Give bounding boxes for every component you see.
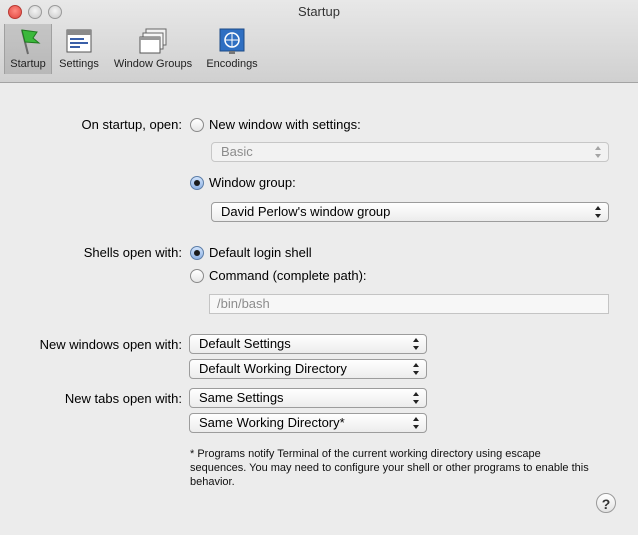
default-login-shell-label: Default login shell bbox=[209, 245, 312, 260]
new-tabs-directory-popup[interactable]: Same Working Directory* bbox=[189, 413, 427, 433]
window-group-popup[interactable]: David Perlow's window group bbox=[211, 202, 609, 222]
window-group-radio[interactable] bbox=[190, 176, 204, 190]
command-path-placeholder: /bin/bash bbox=[217, 296, 270, 311]
popup-arrows-icon bbox=[595, 146, 602, 158]
new-windows-settings-value: Default Settings bbox=[199, 336, 291, 351]
on-startup-label: On startup, open: bbox=[81, 117, 182, 132]
new-tabs-directory-value: Same Working Directory* bbox=[199, 415, 345, 430]
toolbar-settings-label: Settings bbox=[59, 58, 99, 70]
new-windows-label: New windows open with: bbox=[39, 337, 182, 352]
preferences-window: Startup Startup Settings Window Groups E… bbox=[0, 0, 638, 535]
help-button[interactable]: ? bbox=[596, 493, 616, 513]
new-windows-directory-value: Default Working Directory bbox=[199, 361, 347, 376]
encodings-icon bbox=[217, 26, 247, 56]
window-groups-icon bbox=[138, 26, 168, 56]
startup-flag-icon bbox=[13, 26, 43, 56]
new-window-radio[interactable] bbox=[190, 118, 204, 132]
new-windows-directory-popup[interactable]: Default Working Directory bbox=[189, 359, 427, 379]
popup-arrows-icon bbox=[413, 363, 420, 375]
popup-arrows-icon bbox=[413, 392, 420, 404]
settings-icon bbox=[64, 26, 94, 56]
window-title: Startup bbox=[298, 4, 340, 19]
toolbar-settings[interactable]: Settings bbox=[56, 24, 102, 74]
toolbar-window-groups-label: Window Groups bbox=[113, 58, 193, 70]
toolbar-encodings[interactable]: Encodings bbox=[202, 24, 262, 74]
toolbar-window-groups[interactable]: Window Groups bbox=[108, 24, 198, 74]
settings-popup[interactable]: Basic bbox=[211, 142, 609, 162]
new-tabs-settings-popup[interactable]: Same Settings bbox=[189, 388, 427, 408]
settings-popup-value: Basic bbox=[221, 144, 253, 159]
command-radio[interactable] bbox=[190, 269, 204, 283]
command-path-field[interactable]: /bin/bash bbox=[209, 294, 609, 314]
shells-open-with-label: Shells open with: bbox=[83, 245, 182, 260]
new-tabs-settings-value: Same Settings bbox=[199, 390, 284, 405]
new-windows-settings-popup[interactable]: Default Settings bbox=[189, 334, 427, 354]
new-tabs-label: New tabs open with: bbox=[64, 391, 182, 406]
toolbar-encodings-label: Encodings bbox=[206, 58, 258, 70]
command-option-label: Command (complete path): bbox=[209, 268, 367, 283]
footnote: * Programs notify Terminal of the curren… bbox=[190, 448, 589, 488]
default-login-shell-radio[interactable] bbox=[190, 246, 204, 260]
toolbar-startup[interactable]: Startup bbox=[4, 24, 52, 74]
new-window-option-label: New window with settings: bbox=[209, 117, 361, 132]
toolbar-startup-label: Startup bbox=[10, 58, 46, 70]
window-group-option-label: Window group: bbox=[209, 175, 296, 190]
window-group-popup-value: David Perlow's window group bbox=[221, 204, 391, 219]
popup-arrows-icon bbox=[595, 206, 602, 218]
title-bar: Startup Startup Settings Window Groups E… bbox=[0, 0, 638, 83]
popup-arrows-icon bbox=[413, 338, 420, 350]
popup-arrows-icon bbox=[413, 417, 420, 429]
